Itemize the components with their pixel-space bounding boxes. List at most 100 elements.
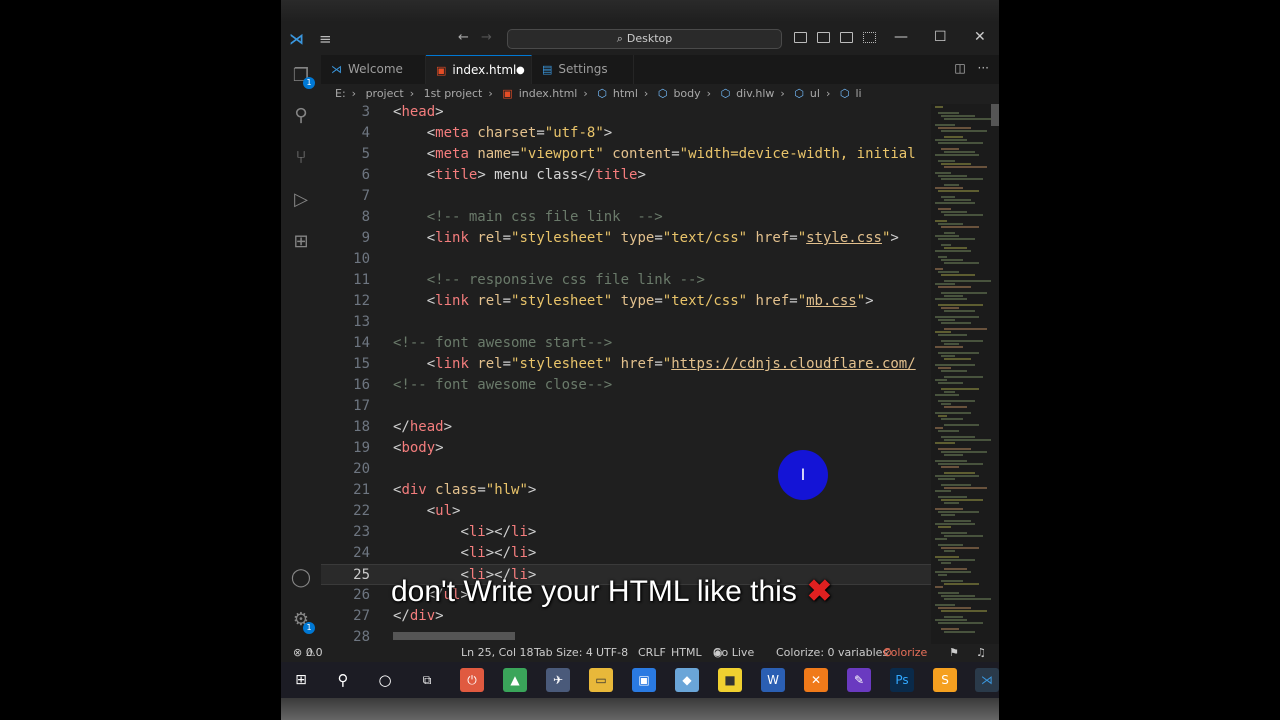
html5-icon: ▣ (436, 64, 447, 77)
toggle-panel-icon[interactable] (817, 32, 830, 43)
minimap-line (938, 304, 983, 306)
app-green-icon[interactable]: ▲ (503, 668, 527, 692)
minimap-line (941, 292, 987, 294)
arrow-left-icon[interactable]: ← (458, 30, 469, 45)
minimap-line (941, 244, 951, 246)
feedback-icon[interactable]: ⚑ (949, 644, 959, 662)
minimap-line (941, 514, 955, 516)
minimap-line (935, 139, 967, 141)
extensions-icon[interactable]: ⊞ (290, 231, 312, 253)
minimap-line (938, 448, 971, 450)
code-line: 21 <div class="hlw"> (353, 482, 537, 498)
code-line: 23 <li></li> (353, 524, 537, 540)
colorize-variables[interactable]: Colorize: 0 variables (776, 644, 888, 662)
minimap-line (944, 166, 987, 168)
tab-size[interactable]: Tab Size: 4 (534, 644, 593, 662)
breadcrumb-item[interactable]: li (855, 87, 861, 100)
code-line: 3 <head> (361, 104, 444, 120)
code-line: 18 </head> (353, 419, 453, 435)
minimap-line (938, 415, 947, 417)
minimap-line (944, 598, 991, 600)
close-icon[interactable]: ✕ (974, 29, 986, 45)
minimap-line (938, 592, 959, 594)
breadcrumb-item[interactable]: E: (335, 87, 346, 100)
toggle-primary-sidebar-icon[interactable] (794, 32, 807, 43)
minimap-line (941, 226, 979, 228)
file-explorer-icon[interactable]: ▭ (589, 668, 613, 692)
app-bird-icon[interactable]: ✈ (546, 668, 570, 692)
vscode-icon[interactable]: ⋊ (975, 668, 999, 692)
command-center-search[interactable]: ⌕ Desktop (507, 29, 782, 49)
task-view-icon[interactable]: ⧉ (415, 668, 439, 692)
word-icon[interactable]: W (761, 668, 785, 692)
xampp-icon[interactable]: ✕ (804, 668, 828, 692)
minimap-line (938, 544, 963, 546)
run-debug-icon[interactable]: ▷ (290, 189, 312, 211)
minimap-line (938, 190, 979, 192)
minimap[interactable] (931, 104, 999, 644)
minimap-line (944, 439, 991, 441)
minimap-line (935, 460, 967, 462)
cortana-icon[interactable]: ○ (373, 668, 397, 692)
minimap-line (938, 175, 967, 177)
maximize-icon[interactable]: ☐ (934, 29, 947, 45)
search-icon[interactable]: ⚲ (331, 668, 355, 692)
minimap-line (941, 451, 987, 453)
minimap-line (935, 523, 975, 525)
source-control-icon[interactable]: ⑂ (290, 147, 312, 169)
sublime-text-icon[interactable]: S (933, 668, 957, 692)
app-red-icon[interactable]: ⏻ (460, 668, 484, 692)
customize-layout-icon[interactable] (863, 32, 876, 43)
minimap-line (935, 412, 971, 414)
problems-indicator[interactable]: ⊗ 0 ⚠ 0 (293, 644, 323, 662)
app-feather-icon[interactable]: ✎ (847, 668, 871, 692)
unsaved-dot-icon[interactable]: ● (516, 56, 525, 85)
breadcrumb-item[interactable]: 1st project (424, 87, 483, 100)
line-ending[interactable]: CRLF (638, 644, 666, 662)
breadcrumb-item[interactable]: index.html (519, 87, 578, 100)
split-editor-icon[interactable]: ◫ (954, 61, 965, 75)
minimap-line (938, 256, 947, 258)
app-cube-icon[interactable]: ◆ (675, 668, 699, 692)
minimap-line (935, 250, 971, 252)
cursor-position[interactable]: Ln 25, Col 18 (461, 644, 534, 662)
encoding[interactable]: UTF-8 (596, 644, 628, 662)
minimap-line (935, 619, 967, 621)
account-icon[interactable]: ◯ (290, 567, 312, 589)
minimap-line (944, 199, 971, 201)
minimap-line (941, 580, 963, 582)
tab-index-html[interactable]: ▣ index.html ● (426, 55, 532, 84)
code-line: 12 <link rel="stylesheet" type="text/css… (353, 293, 874, 309)
minimize-icon[interactable]: — (894, 29, 908, 45)
breadcrumb-item[interactable]: ul (810, 87, 820, 100)
breadcrumb-item[interactable]: html (613, 87, 638, 100)
minimap-line (941, 484, 971, 486)
minimap-line (935, 268, 943, 270)
minimap-line (941, 547, 979, 549)
horizontal-scrollbar[interactable] (393, 632, 515, 640)
microsoft-store-icon[interactable]: ▣ (632, 668, 656, 692)
code-editor[interactable]: 3 <head> 4 <meta charset="utf-8"> 5 <meta… (321, 104, 931, 644)
windows-start-icon[interactable]: ⊞ (289, 668, 313, 692)
code-line: 15 <link rel="stylesheet" href="https://… (353, 356, 916, 372)
toggle-secondary-sidebar-icon[interactable] (840, 32, 853, 43)
breadcrumb-item[interactable]: body (673, 87, 700, 100)
notifications-bell-icon[interactable]: ♫ (976, 644, 986, 662)
tab-welcome[interactable]: ⋊ Welcome (321, 55, 426, 84)
tab-settings[interactable]: ▤ Settings (532, 55, 634, 84)
vertical-scrollbar[interactable] (991, 104, 999, 126)
minimap-line (935, 508, 963, 510)
search-icon[interactable]: ⚲ (290, 105, 312, 127)
sticky-notes-icon[interactable]: ■ (718, 668, 742, 692)
more-actions-icon[interactable]: ··· (978, 61, 989, 75)
minimap-line (935, 364, 975, 366)
minimap-line (944, 280, 991, 282)
photoshop-icon[interactable]: Ps (890, 668, 914, 692)
breadcrumb-item[interactable]: project (366, 87, 404, 100)
arrow-right-icon[interactable]: → (481, 30, 492, 45)
minimap-line (941, 562, 951, 564)
hamburger-menu-icon[interactable]: ≡ (319, 30, 332, 48)
breadcrumb-item[interactable]: div.hlw (736, 87, 774, 100)
language-mode[interactable]: HTML (671, 644, 702, 662)
video-caption: don't Write your HTML like this ✖ (391, 574, 832, 609)
